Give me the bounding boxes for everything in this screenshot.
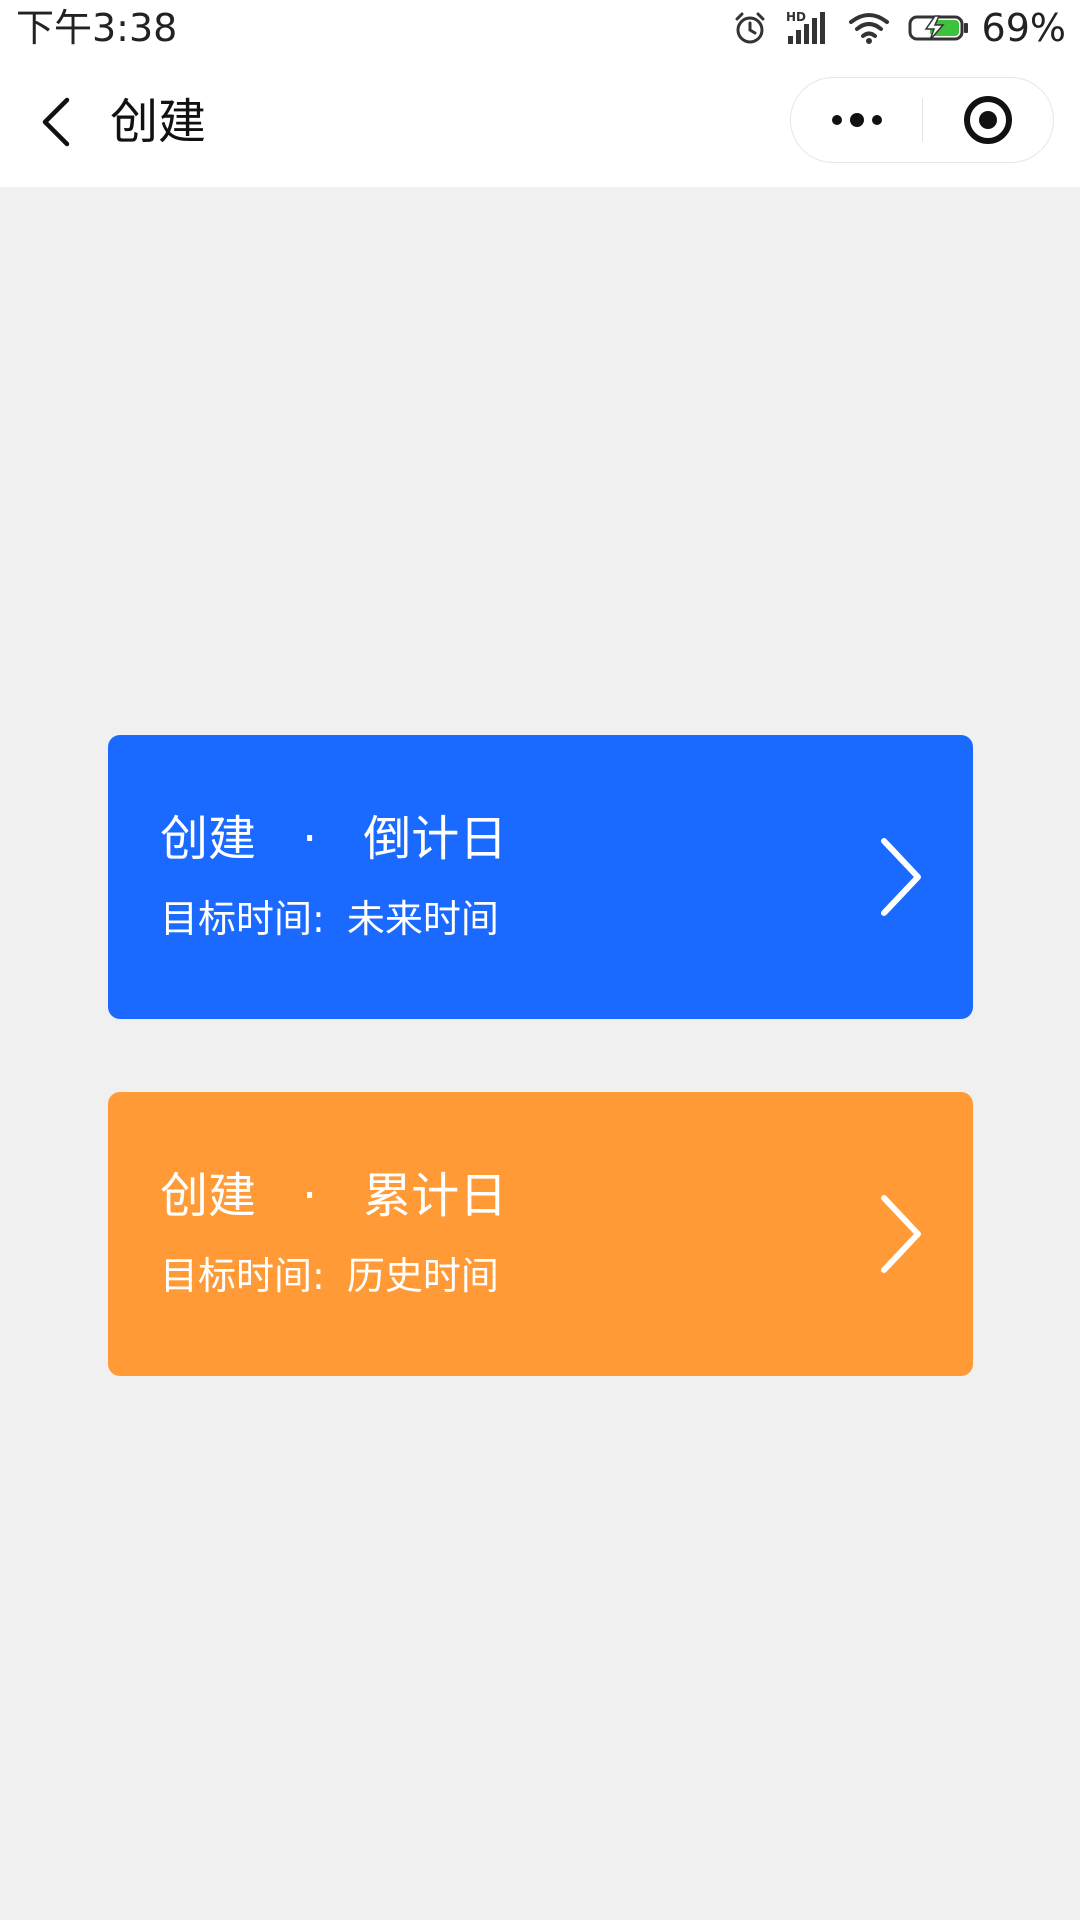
signal-hd-label: HD [786, 10, 806, 24]
chevron-right-icon [881, 1195, 921, 1273]
card-title-prefix: 创建 [160, 811, 257, 867]
status-time: 下午3:38 [16, 6, 178, 50]
page-title: 创建 [110, 94, 207, 150]
chevron-left-icon [42, 97, 70, 147]
target-close-icon [964, 96, 1012, 144]
alarm-icon [732, 10, 768, 46]
card-title-separator: · [302, 811, 318, 867]
header: 下午3:38 HD 69% 创建 [0, 0, 1080, 187]
card-title-prefix: 创建 [160, 1168, 257, 1224]
more-button[interactable] [791, 78, 922, 162]
card-sub-label: 目标时间: [160, 897, 325, 941]
card-title-name: 累计日 [363, 1168, 508, 1224]
chevron-right-icon [881, 838, 921, 916]
create-cumulative-card[interactable]: 创建 · 累计日 目标时间: 历史时间 [108, 1092, 973, 1376]
card-title-name: 倒计日 [363, 811, 508, 867]
mini-program-capsule [790, 77, 1054, 163]
card-title: 创建 · 累计日 [160, 1166, 507, 1226]
nav-bar: 创建 [0, 56, 1080, 187]
status-icons: HD 69% [714, 6, 1066, 50]
signal-icon: HD [786, 10, 830, 46]
create-countdown-card[interactable]: 创建 · 倒计日 目标时间: 未来时间 [108, 735, 973, 1019]
card-sub-label: 目标时间: [160, 1254, 325, 1298]
card-subtitle: 目标时间: 历史时间 [160, 1252, 499, 1300]
card-subtitle: 目标时间: 未来时间 [160, 895, 499, 943]
card-sub-value: 未来时间 [346, 897, 499, 941]
status-bar: 下午3:38 HD 69% [0, 0, 1080, 56]
card-sub-value: 历史时间 [346, 1254, 499, 1298]
card-title: 创建 · 倒计日 [160, 809, 507, 869]
battery-charging-icon [908, 10, 970, 46]
battery-percent: 69% [981, 6, 1066, 50]
back-button[interactable] [30, 92, 82, 152]
wifi-icon [848, 10, 890, 46]
card-title-separator: · [302, 1168, 318, 1224]
more-dots-icon [831, 113, 882, 127]
close-button[interactable] [923, 78, 1053, 162]
